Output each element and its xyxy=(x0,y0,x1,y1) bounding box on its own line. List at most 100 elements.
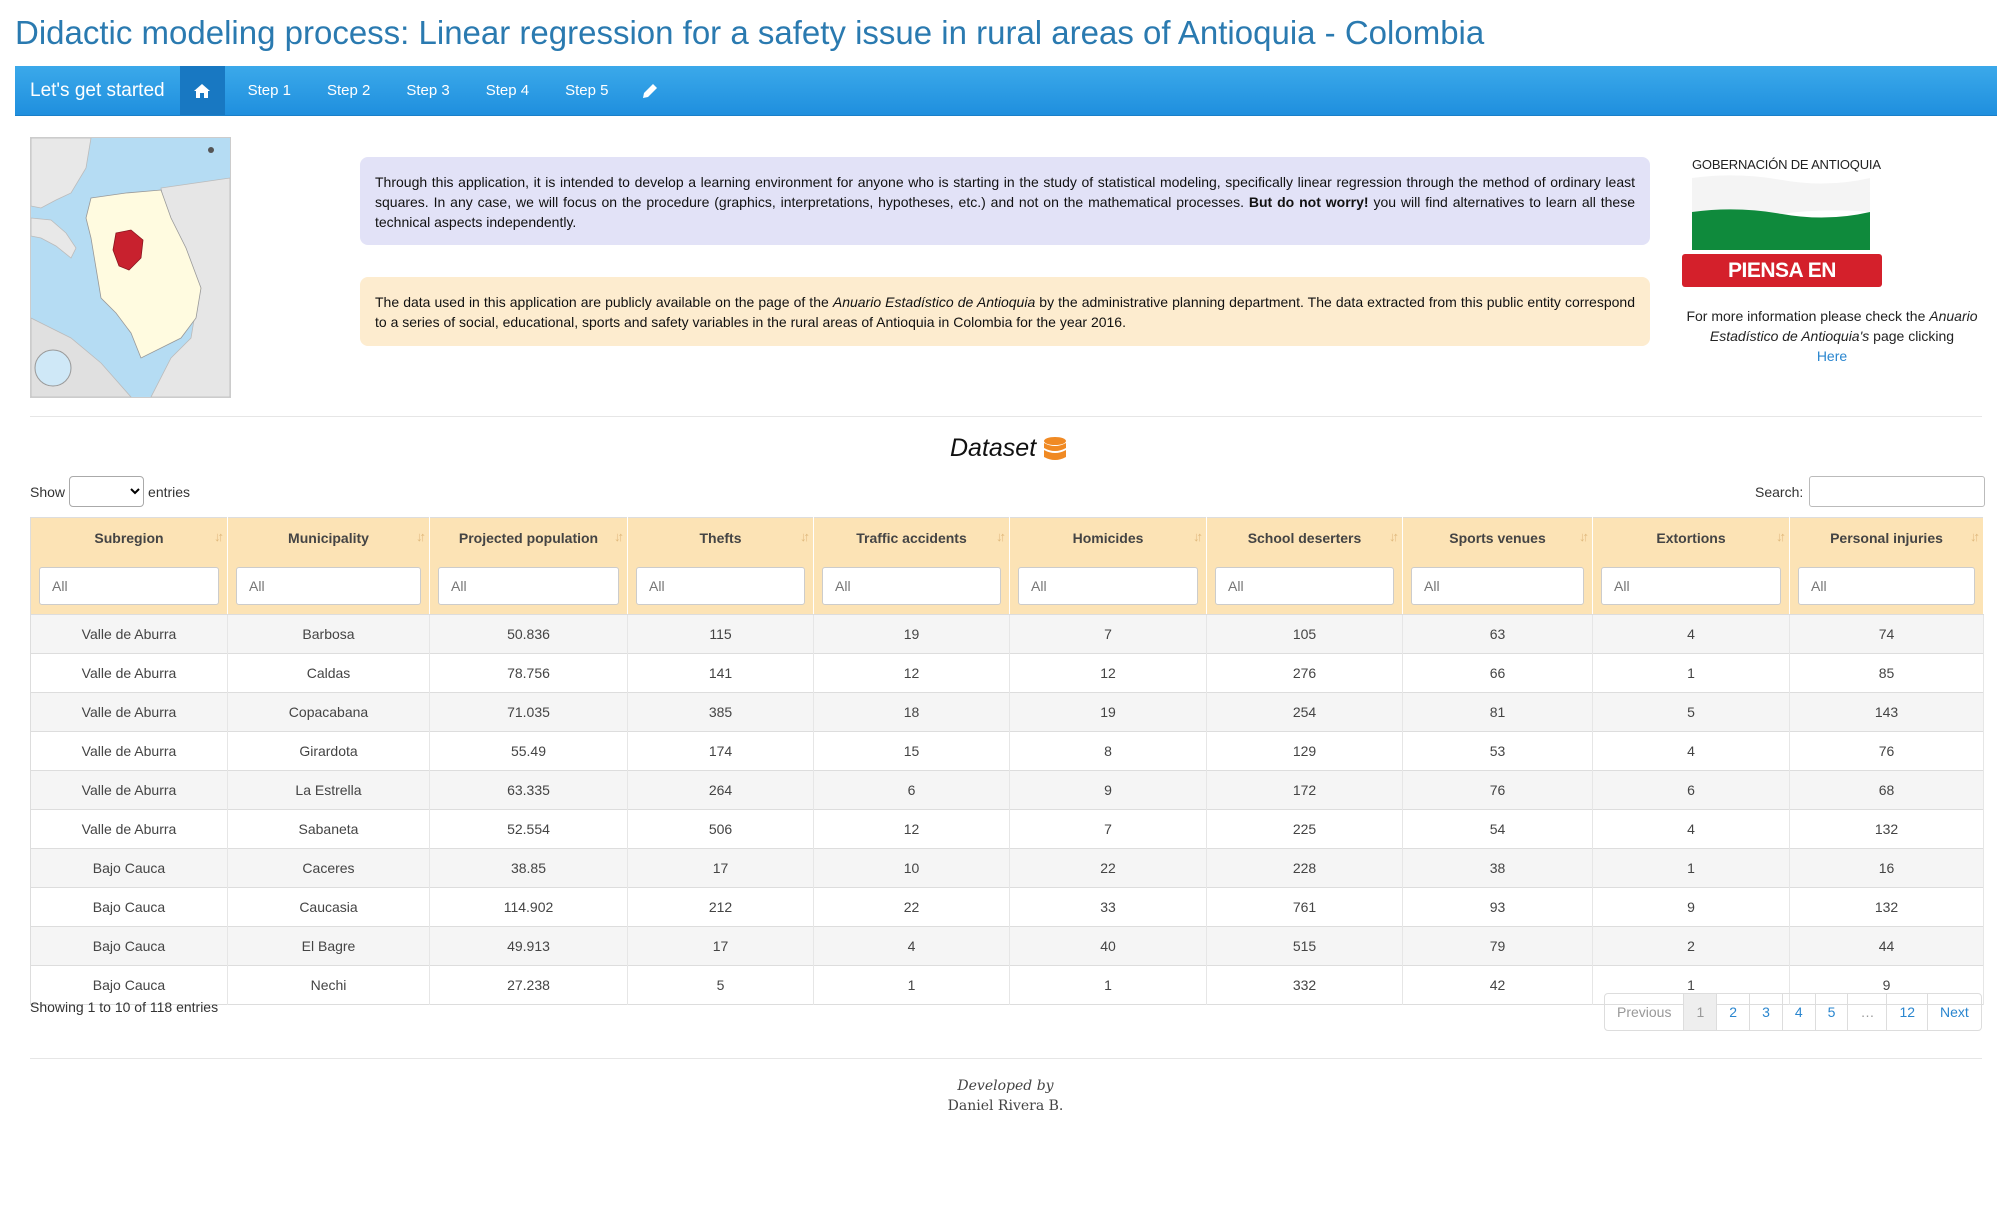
table-cell: 38.85 xyxy=(429,848,628,888)
table-cell: 1 xyxy=(1592,848,1790,888)
table-cell: 55.49 xyxy=(429,731,628,771)
table-cell: 12 xyxy=(813,809,1010,849)
column-filter-input[interactable] xyxy=(636,566,805,605)
table-cell: 515 xyxy=(1206,926,1403,966)
next-button[interactable]: Next xyxy=(1928,994,1981,1030)
table-cell: 66 xyxy=(1402,653,1593,693)
table-cell: 5 xyxy=(1592,692,1790,732)
table-cell: Bajo Cauca xyxy=(30,887,228,927)
sort-icon: ↓↑ xyxy=(1776,529,1786,544)
column-filter-input[interactable] xyxy=(1601,566,1781,605)
table-cell: 132 xyxy=(1789,887,1984,927)
table-cell: 6 xyxy=(813,770,1010,810)
table-cell: 761 xyxy=(1206,887,1403,927)
table-cell: Valle de Aburra xyxy=(30,692,228,732)
column-filter-input[interactable] xyxy=(1798,566,1975,605)
column-filter-input[interactable] xyxy=(236,566,421,605)
sort-icon: ↓↑ xyxy=(614,529,624,544)
table-cell: El Bagre xyxy=(227,926,430,966)
table-cell: 1 xyxy=(813,965,1010,1005)
table-cell: 4 xyxy=(813,926,1010,966)
sort-icon: ↓↑ xyxy=(1579,529,1589,544)
table-cell: 19 xyxy=(813,614,1010,654)
column-header[interactable]: School deserters ↓↑ xyxy=(1206,517,1403,557)
table-cell: 7 xyxy=(1009,614,1207,654)
previous-button[interactable]: Previous xyxy=(1605,994,1685,1030)
nav-step-1[interactable]: Step 1 xyxy=(225,66,302,115)
column-header[interactable]: Subregion ↓↑ xyxy=(30,517,228,557)
column-header[interactable]: Extortions ↓↑ xyxy=(1592,517,1790,557)
column-header[interactable]: Thefts ↓↑ xyxy=(627,517,814,557)
table-cell: 276 xyxy=(1206,653,1403,693)
table-cell: 4 xyxy=(1592,809,1790,849)
column-filter-input[interactable] xyxy=(1411,566,1584,605)
table-cell: 143 xyxy=(1789,692,1984,732)
column-filter-input[interactable] xyxy=(438,566,619,605)
table-cell: 74 xyxy=(1789,614,1984,654)
page-button[interactable]: 4 xyxy=(1783,994,1816,1030)
table-cell: 264 xyxy=(627,770,814,810)
navbar: Let's get started Step 1 Step 2 Step 3 S… xyxy=(15,66,1997,116)
table-cell: 40 xyxy=(1009,926,1207,966)
entries-select[interactable] xyxy=(69,476,145,507)
column-header[interactable]: Sports venues ↓↑ xyxy=(1402,517,1593,557)
table-cell: 12 xyxy=(813,653,1010,693)
table-cell: 42 xyxy=(1402,965,1593,1005)
footer-divider xyxy=(30,1058,1982,1059)
column-filter-input[interactable] xyxy=(1018,566,1198,605)
column-header[interactable]: Homicides ↓↑ xyxy=(1009,517,1207,557)
column-filter-input[interactable] xyxy=(39,566,219,605)
home-icon xyxy=(194,83,211,98)
navbar-brand[interactable]: Let's get started xyxy=(15,66,180,115)
page-button[interactable]: 12 xyxy=(1887,994,1929,1030)
column-header[interactable]: Projected population ↓↑ xyxy=(429,517,628,557)
table-cell: 225 xyxy=(1206,809,1403,849)
table-cell: 5 xyxy=(627,965,814,1005)
table-cell: 172 xyxy=(1206,770,1403,810)
here-link[interactable]: Here xyxy=(1817,348,1847,364)
table-cell: 19 xyxy=(1009,692,1207,732)
table-cell: Valle de Aburra xyxy=(30,809,228,849)
nav-step-3[interactable]: Step 3 xyxy=(381,66,460,115)
table-row: Valle de Aburra Sabaneta 52.554 506 12 7 225 54… xyxy=(30,809,1984,849)
table-cell: 8 xyxy=(1009,731,1207,771)
table-cell: Nechi xyxy=(227,965,430,1005)
nav-edit[interactable] xyxy=(619,66,658,115)
nav-home[interactable] xyxy=(179,66,225,115)
table-cell: 27.238 xyxy=(429,965,628,1005)
column-header[interactable]: Traffic accidents ↓↑ xyxy=(813,517,1010,557)
search-input[interactable] xyxy=(1809,476,1986,507)
table-row: Bajo Cauca Caucasia 114.902 212 22 33 761 93 9 13… xyxy=(30,887,1984,927)
table-cell: 10 xyxy=(813,848,1010,888)
table-cell: 79 xyxy=(1402,926,1593,966)
page-button[interactable]: 1 xyxy=(1684,994,1718,1030)
table-cell: 12 xyxy=(1009,653,1207,693)
dataset-table: Subregion ↓↑ Municipality ↓↑ Projected popul… xyxy=(30,517,1984,1005)
table-cell: 53 xyxy=(1402,731,1593,771)
page-button[interactable]: 3 xyxy=(1750,994,1783,1030)
table-row: Valle de Aburra Girardota 55.49 174 15 8 129 53… xyxy=(30,731,1984,771)
colombia-map xyxy=(30,137,231,398)
table-cell: 16 xyxy=(1789,848,1984,888)
column-filter-input[interactable] xyxy=(822,566,1001,605)
table-cell: 44 xyxy=(1789,926,1984,966)
table-row: Valle de Aburra Copacabana 71.035 385 18 19 25… xyxy=(30,692,1984,732)
column-header[interactable]: Personal injuries ↓↑ xyxy=(1789,517,1984,557)
table-cell: 22 xyxy=(1009,848,1207,888)
nav-step-5[interactable]: Step 5 xyxy=(540,66,619,115)
table-cell: Valle de Aburra xyxy=(30,614,228,654)
nav-step-2[interactable]: Step 2 xyxy=(302,66,381,115)
sort-icon: ↓↑ xyxy=(1193,529,1203,544)
page-button[interactable]: … xyxy=(1848,994,1888,1030)
table-cell: 212 xyxy=(627,887,814,927)
table-cell: Caceres xyxy=(227,848,430,888)
page-button[interactable]: 2 xyxy=(1717,994,1751,1030)
table-cell: 115 xyxy=(627,614,814,654)
nav-step-4[interactable]: Step 4 xyxy=(461,66,540,115)
page-button[interactable]: 5 xyxy=(1816,994,1849,1030)
column-filter-input[interactable] xyxy=(1215,566,1394,605)
page-title: Didactic modeling process: Linear regres… xyxy=(15,14,1485,51)
search: Search: xyxy=(1755,476,1986,507)
column-header[interactable]: Municipality ↓↑ xyxy=(227,517,430,557)
table-cell: 1 xyxy=(1009,965,1207,1005)
